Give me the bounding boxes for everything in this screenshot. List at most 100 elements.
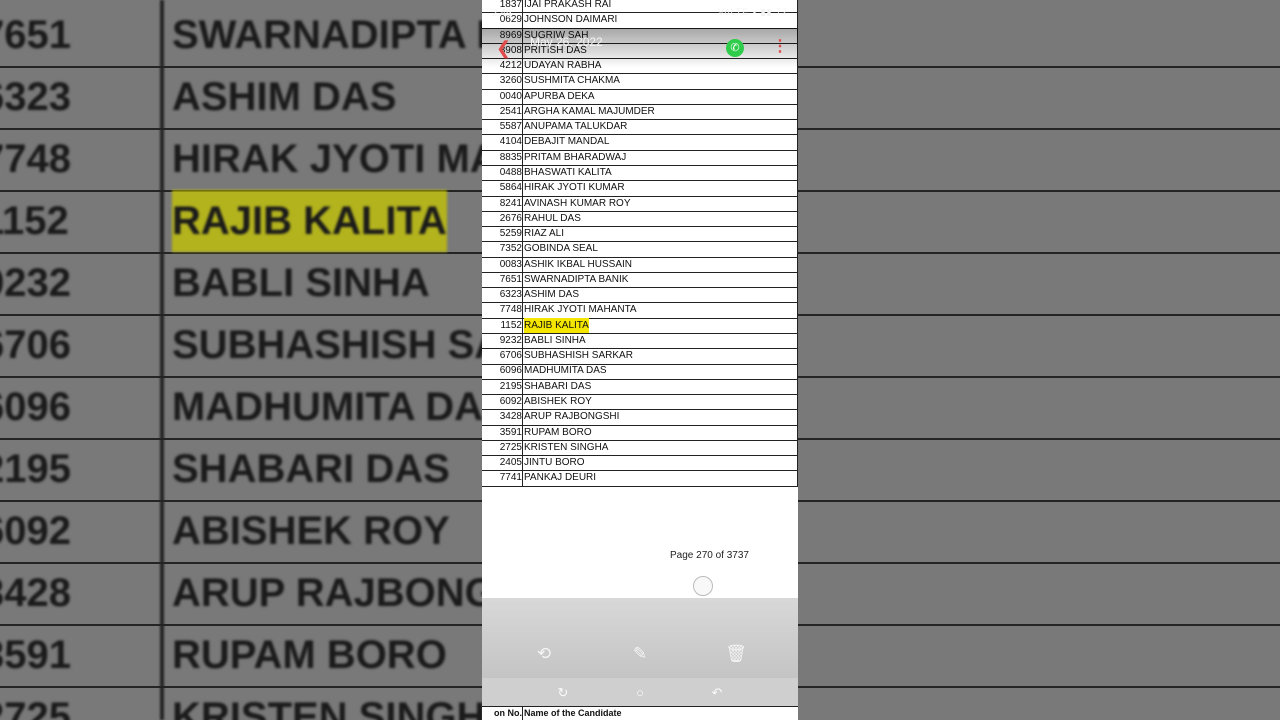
roll-number-cell: 7651 — [499, 273, 522, 285]
table-row: 3260 SUSHMITA CHAKMA — [482, 73, 798, 90]
candidate-name-cell: SHABARI DAS — [524, 380, 592, 392]
roll-number-cell: 5587 — [499, 121, 522, 133]
system-nav-bar: ↻ ○ ↶ — [482, 678, 798, 706]
nav-back-icon[interactable]: ↶ — [707, 686, 727, 700]
table-row: 1152 RAJIB KALITA — [482, 317, 798, 334]
status-indicators: VoLTE ▪ ▮▮ 72 — [718, 7, 788, 17]
candidate-name-cell: SUBHASHISH SARKAR — [524, 350, 633, 362]
roll-number-cell: 5259 — [499, 228, 522, 240]
share-icon[interactable]: ⟲ — [532, 644, 556, 664]
status-time: 2:49 — [492, 8, 512, 19]
home-icon[interactable]: ○ — [630, 686, 650, 700]
table-row: 7352 GOBINDA SEAL — [482, 241, 798, 258]
candidate-name-cell: SUSHMITA CHAKMA — [524, 75, 620, 87]
table-row: 2541 ARGHA KAMAL MAJUMDER — [482, 103, 798, 121]
header-candidate-name: Name of the Candidate — [524, 708, 622, 718]
roll-number-cell: 5864 — [499, 182, 522, 194]
roll-number-cell: 0488 — [499, 166, 522, 178]
edit-icon[interactable]: ✎ — [628, 644, 652, 664]
status-bar: 2:49 VoLTE ▪ ▮▮ 72 — [482, 0, 798, 28]
candidate-name-cell: KRISTEN SINGHA — [524, 441, 609, 453]
candidate-name-cell: JINTU BORO — [524, 457, 585, 469]
table-row: 6096 MADHUMITA DAS — [482, 363, 798, 380]
table-row: 2676 RAHUL DAS — [482, 210, 798, 228]
table-row: 6323 ASHIM DAS — [482, 287, 798, 304]
roll-number-cell: 9232 — [499, 334, 522, 346]
candidate-name-cell: AVINASH KUMAR ROY — [524, 197, 631, 209]
candidate-name-cell: SWARNADIPTA BANIK — [524, 273, 629, 285]
candidate-name-cell: BABLI SINHA — [524, 334, 586, 346]
candidate-name-cell: DEBAJIT MANDAL — [524, 136, 610, 148]
more-vert-icon[interactable]: ⋮ — [772, 36, 788, 56]
candidate-name-cell: RIAZ ALI — [524, 228, 565, 240]
candidate-name-cell: ARUP RAJBONGSHI — [524, 411, 620, 423]
candidate-name-cell: APURBA DEKA — [524, 90, 595, 102]
candidate-name-cell: ASHIM DAS — [524, 289, 580, 301]
roll-number-cell: 2195 — [499, 380, 522, 392]
roll-number-cell: 6706 — [499, 350, 522, 362]
table-row: 0083 ASHIK IKBAL HUSSAIN — [482, 256, 798, 273]
table-row: 0488 BHASWATI KALITA — [482, 164, 798, 182]
page-indicator: Page 270 of 3737 — [670, 550, 749, 561]
candidate-name-cell: RAJIB KALITA — [524, 317, 589, 333]
roll-number-cell: 7748 — [499, 304, 522, 316]
table-row: 2405 JINTU BORO — [482, 455, 798, 472]
app-bar: ❮ May 26, 2022 ✆ ⋮ — [482, 28, 798, 68]
roll-number-cell: 8835 — [499, 151, 522, 163]
candidate-name-cell: ABISHEK ROY — [524, 396, 592, 408]
table-row: 5587 ANUPAMA TALUKDAR — [482, 119, 798, 136]
candidate-name-cell: ARGHA KAMAL MAJUMDER — [524, 105, 655, 117]
candidate-name-cell: RAHUL DAS — [524, 212, 581, 224]
app-title: May 26, 2022 — [530, 35, 603, 49]
candidate-name-cell: HIRAK JYOTI KUMAR — [524, 182, 625, 194]
roll-number-cell: 1152 — [500, 319, 522, 331]
roll-number-cell: 7352 — [499, 243, 522, 255]
table-row: 7741 PANKAJ DEURI — [482, 470, 798, 487]
candidate-name-cell: ANUPAMA TALUKDAR — [524, 121, 628, 133]
next-page-table-header: on No. Name of the Candidate — [482, 706, 798, 720]
table-row: 2195 SHABARI DAS — [482, 378, 798, 396]
table-row: 5259 RIAZ ALI — [482, 226, 798, 243]
table-row: 8241 AVINASH KUMAR ROY — [482, 195, 798, 212]
candidate-name-cell: PANKAJ DEURI — [524, 472, 597, 484]
roll-number-cell: 4104 — [499, 136, 522, 148]
roll-number-cell: 2405 — [499, 457, 522, 469]
table-row: 9232 BABLI SINHA — [482, 332, 798, 350]
table-row: 4104 DEBAJIT MANDAL — [482, 134, 798, 151]
roll-number-cell: 6323 — [499, 289, 522, 301]
roll-number-cell: 0040 — [499, 90, 522, 102]
roll-number-cell: 2541 — [499, 105, 522, 117]
table-row: 7748 HIRAK JYOTI MAHANTA — [482, 302, 798, 319]
candidate-name-cell: RUPAM BORO — [524, 426, 592, 438]
roll-number-cell: 2676 — [499, 212, 522, 224]
table-row: 2725 KRISTEN SINGHA — [482, 439, 798, 457]
roll-number-cell: 8241 — [499, 197, 522, 209]
candidate-name-cell: GOBINDA SEAL — [524, 243, 598, 255]
roll-number-cell: 6092 — [499, 396, 522, 408]
roll-number-cell: 7741 — [499, 472, 522, 484]
candidate-name-cell: BHASWATI KALITA — [524, 166, 612, 178]
candidate-name-cell: MADHUMITA DAS — [524, 365, 607, 377]
table-row: 6706 SUBHASHISH SARKAR — [482, 348, 798, 365]
roll-number-cell: 0083 — [499, 258, 522, 270]
roll-number-cell: 3428 — [499, 411, 522, 423]
table-row: 7651 SWARNADIPTA BANIK — [482, 271, 798, 289]
back-arrow-icon[interactable]: ❮ — [496, 38, 511, 59]
table-row: 8835 PRITAM BHARADWAJ — [482, 149, 798, 166]
bottom-toolbar: ⟲ ✎ 🗑 — [482, 598, 798, 678]
header-roll-number: on No. — [494, 708, 522, 718]
candidate-name-cell: ASHIK IKBAL HUSSAIN — [524, 258, 632, 270]
candidate-name-cell: HIRAK JYOTI MAHANTA — [524, 304, 637, 316]
scroll-handle[interactable] — [693, 576, 713, 596]
table-row: 0040 APURBA DEKA — [482, 88, 798, 105]
delete-icon[interactable]: 🗑 — [724, 644, 748, 664]
roll-number-cell: 3260 — [499, 75, 522, 87]
candidate-name-cell: PRITAM BHARADWAJ — [524, 151, 627, 163]
roll-number-cell: 2725 — [499, 441, 522, 453]
roll-number-cell: 3591 — [499, 426, 522, 438]
recents-icon[interactable]: ↻ — [553, 686, 573, 700]
whatsapp-icon[interactable]: ✆ — [726, 39, 744, 57]
phone-screen: 1837IJAI PRAKASH RAI0629JOHNSON DAIMARI8… — [482, 0, 798, 720]
table-row: 3428 ARUP RAJBONGSHI — [482, 409, 798, 426]
roll-number-cell: 6096 — [499, 365, 522, 377]
